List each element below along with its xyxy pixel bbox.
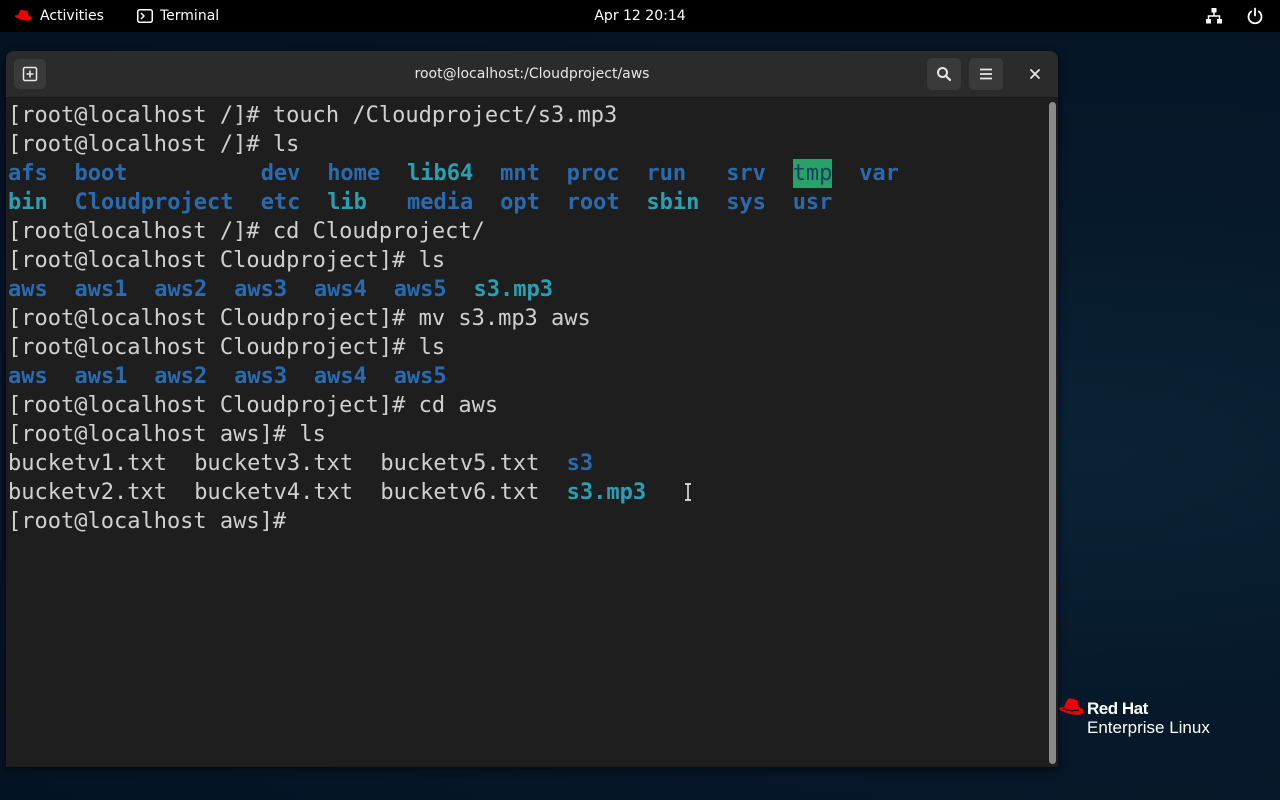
terminal-text: bucketv5.txt xyxy=(380,451,540,476)
ls-entry-dir: afs xyxy=(8,161,48,186)
ls-entry-dir: sys xyxy=(726,190,766,215)
ls-entry-dir: aws1 xyxy=(74,277,128,302)
activities-label: Activities xyxy=(40,8,104,24)
terminal-line: aws aws1 aws2 aws3 aws4 aws5 xyxy=(8,362,1038,391)
scrollbar-thumb[interactable] xyxy=(1049,102,1056,764)
redhat-logo-icon xyxy=(14,9,32,21)
terminal-output[interactable]: [root@localhost /]# touch /Cloudproject/… xyxy=(6,100,1044,767)
terminal-text: bucketv3.txt xyxy=(194,451,354,476)
terminal-line: [root@localhost Cloudproject]# mv s3.mp3… xyxy=(8,304,1038,333)
ls-entry-cyan: s3.mp3 xyxy=(473,277,553,302)
ls-entry-dir: aws3 xyxy=(234,364,288,389)
terminal-text: bucketv1.txt xyxy=(8,451,167,476)
terminal-line: aws aws1 aws2 aws3 aws4 aws5 s3.mp3 xyxy=(8,275,1038,304)
ls-entry-dir: aws4 xyxy=(313,277,367,302)
ls-entry-dir: var xyxy=(859,161,899,186)
ls-entry-cyan: lib xyxy=(327,190,367,215)
redhat-enterprise-linux-logo: Red Hat Enterprise Linux xyxy=(1058,697,1258,743)
ls-entry-hl: tmp xyxy=(792,159,833,188)
hamburger-menu-icon xyxy=(980,68,992,80)
ls-entry-dir: opt xyxy=(500,190,540,215)
terminal-text: [root@localhost Cloudproject]# mv s3.mp3… xyxy=(8,306,591,331)
terminal-text: [root@localhost /]# touch /Cloudproject/… xyxy=(8,103,618,128)
ls-entry-dir: aws1 xyxy=(74,364,128,389)
close-icon xyxy=(1030,69,1040,79)
ls-entry-cyan: s3.mp3 xyxy=(566,480,647,505)
ls-entry-dir: boot xyxy=(74,161,128,186)
terminal-line: bucketv2.txt bucketv4.txt bucketv6.txt s3.m… xyxy=(8,478,1038,507)
terminal-text: [root@localhost /]# cd Cloudproject/ xyxy=(8,219,485,244)
terminal-line: [root@localhost aws]# xyxy=(8,507,1038,536)
ls-entry-cyan: bin xyxy=(8,190,48,215)
ls-entry-dir: aws5 xyxy=(393,277,447,302)
terminal-line: [root@localhost /]# ls xyxy=(8,130,1038,159)
power-icon[interactable] xyxy=(1245,6,1265,26)
branding-line1: Red Hat xyxy=(1087,699,1148,718)
top-bar: Activities Terminal Apr 12 20:14 xyxy=(0,0,1280,32)
ls-entry-dir: s3 xyxy=(566,451,594,476)
ls-entry-dir: mnt xyxy=(500,161,540,186)
terminal-text: [root@localhost aws]# ls xyxy=(8,422,326,447)
terminal-text: [root@localhost /]# ls xyxy=(8,132,300,157)
terminal-text: bucketv6.txt xyxy=(380,480,540,505)
network-icon[interactable] xyxy=(1204,6,1224,26)
app-menu-label: Terminal xyxy=(160,8,220,24)
clock[interactable]: Apr 12 20:14 xyxy=(594,8,685,24)
ls-entry-dir: aws4 xyxy=(313,364,367,389)
terminal-line: bucketv1.txt bucketv3.txt bucketv5.txt s3 xyxy=(8,449,1038,478)
terminal-text: bucketv4.txt xyxy=(194,480,354,505)
scrollbar[interactable] xyxy=(1046,100,1058,767)
ls-entry-dir: etc xyxy=(260,190,301,215)
terminal-text: bucketv2.txt xyxy=(8,480,167,505)
search-button[interactable] xyxy=(927,58,961,90)
ls-entry-dir: Cloudproject xyxy=(74,190,234,215)
terminal-line: [root@localhost /]# cd Cloudproject/ xyxy=(8,217,1038,246)
terminal-line: [root@localhost aws]# ls xyxy=(8,420,1038,449)
terminal-text: [root@localhost aws]# xyxy=(8,509,300,534)
terminal-line: [root@localhost Cloudproject]# cd aws xyxy=(8,391,1038,420)
ls-entry-dir: home xyxy=(327,161,381,186)
window-title: root@localhost:/Cloudproject/aws xyxy=(414,66,650,82)
ls-entry-dir: aws xyxy=(8,364,48,389)
search-icon xyxy=(937,67,952,82)
ls-entry-cyan: lib64 xyxy=(407,161,474,186)
terminal-text: [root@localhost Cloudproject]# ls xyxy=(8,335,446,360)
terminal-line: bin Cloudproject etc lib media opt root sbin sys… xyxy=(8,188,1038,217)
ls-entry-dir: aws3 xyxy=(234,277,288,302)
ls-entry-dir: media xyxy=(407,190,474,215)
branding-line2: Enterprise Linux xyxy=(1087,718,1210,737)
ls-entry-dir: aws2 xyxy=(154,277,208,302)
window-headerbar: root@localhost:/Cloudproject/aws xyxy=(6,51,1058,98)
ls-entry-dir: run xyxy=(646,161,687,186)
terminal-text: [root@localhost Cloudproject]# ls xyxy=(8,248,446,273)
ls-entry-dir: aws xyxy=(8,277,48,302)
terminal-line: [root@localhost Cloudproject]# ls xyxy=(8,246,1038,275)
ls-entry-dir: srv xyxy=(726,161,766,186)
ls-entry-dir: proc xyxy=(566,161,620,186)
ls-entry-dir: aws5 xyxy=(393,364,447,389)
ls-entry-cyan: sbin xyxy=(646,190,700,215)
ls-entry-dir: root xyxy=(566,190,620,215)
text-cursor-icon xyxy=(685,483,691,501)
activities-button[interactable]: Activities xyxy=(14,0,104,32)
ls-entry-dir: usr xyxy=(792,190,833,215)
app-menu-terminal[interactable]: Terminal xyxy=(137,0,219,32)
new-tab-icon xyxy=(22,66,38,82)
redhat-hat-icon xyxy=(1059,698,1084,715)
terminal-text: [root@localhost Cloudproject]# cd aws xyxy=(8,393,499,418)
new-tab-button[interactable] xyxy=(14,59,46,89)
main-menu-button[interactable] xyxy=(969,58,1003,90)
close-window-button[interactable] xyxy=(1022,61,1048,87)
ls-entry-dir: dev xyxy=(260,161,301,186)
terminal-icon xyxy=(137,9,153,23)
terminal-window: root@localhost:/Cloudproject/aws [root@l… xyxy=(6,51,1058,767)
terminal-line: afs boot dev home lib64 mnt proc run srv tmp var xyxy=(8,159,1038,188)
ls-entry-dir: aws2 xyxy=(154,364,208,389)
terminal-line: [root@localhost Cloudproject]# ls xyxy=(8,333,1038,362)
terminal-line: [root@localhost /]# touch /Cloudproject/… xyxy=(8,101,1038,130)
